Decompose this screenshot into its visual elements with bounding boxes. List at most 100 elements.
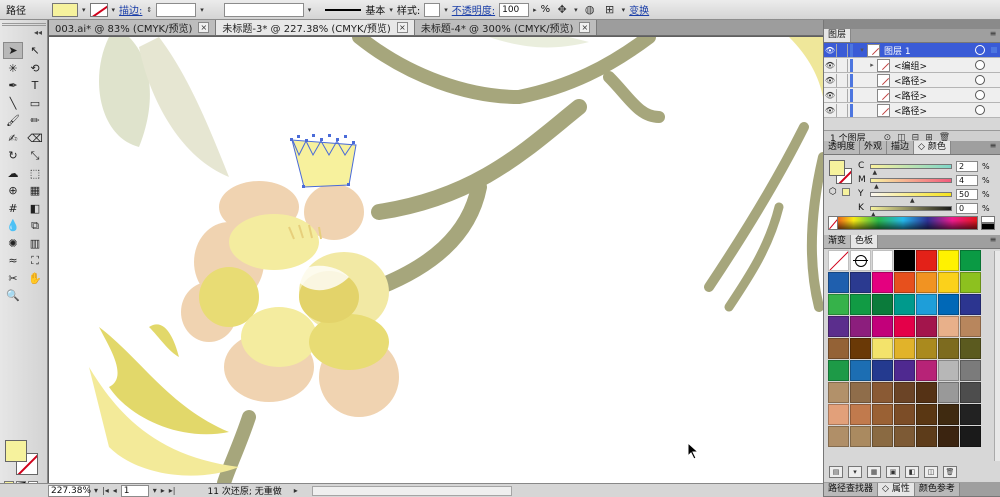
panel-menu-icon[interactable]: ≡ — [985, 235, 1000, 248]
close-icon[interactable]: × — [198, 22, 210, 33]
petal-yellow-top[interactable] — [229, 214, 319, 270]
profile-dropdown-icon[interactable]: ▾ — [308, 6, 312, 14]
tab-transparency[interactable]: 透明度 — [824, 141, 861, 154]
type-tool-icon[interactable]: T — [25, 77, 45, 94]
symbol-sprayer-tool-icon[interactable]: ✺ — [3, 235, 23, 252]
swatch[interactable] — [828, 382, 849, 403]
swatch[interactable] — [894, 316, 915, 337]
tools-collapse-icon[interactable]: ◂◂ — [34, 28, 42, 37]
swatch[interactable] — [894, 250, 915, 271]
slider-track[interactable]: ▲ — [870, 205, 952, 218]
variable-width-profile-field[interactable] — [223, 2, 304, 17]
swatch[interactable] — [828, 360, 849, 381]
new-color-group-icon[interactable]: ◧ — [905, 466, 919, 478]
column-graph-tool-icon[interactable]: ▥ — [25, 235, 45, 252]
swatch[interactable] — [850, 360, 871, 381]
color-group-icon[interactable]: ▣ — [886, 466, 900, 478]
artboard-tool-icon[interactable]: ⛶ — [25, 252, 45, 269]
swatch[interactable] — [960, 360, 981, 381]
width-tool-icon[interactable]: ≈ — [3, 252, 23, 269]
swatch[interactable] — [828, 426, 849, 447]
lasso-tool-icon[interactable]: ⟲ — [25, 60, 45, 77]
opacity-label[interactable]: 不透明度: — [452, 2, 495, 17]
swatch[interactable] — [938, 250, 959, 271]
swatch[interactable] — [850, 294, 871, 315]
tab-color-guide[interactable]: 颜色参考 — [914, 483, 960, 496]
slider-value-input[interactable]: 50 — [956, 188, 978, 200]
recolor-artwork-icon[interactable]: ✥ — [554, 3, 570, 17]
tools-grip[interactable] — [2, 23, 46, 26]
black-swatch[interactable] — [981, 223, 995, 230]
swatch[interactable] — [938, 360, 959, 381]
swatch[interactable] — [960, 404, 981, 425]
petal-yellow-low[interactable] — [241, 307, 317, 367]
layer-row[interactable]: 👁 ▸ <编组> — [824, 58, 1000, 73]
layer-row[interactable]: 👁 ▾ 图层 1 — [824, 43, 1000, 58]
visibility-eye-icon[interactable]: 👁 — [824, 76, 836, 85]
stroke-color-swatch[interactable] — [89, 2, 108, 17]
swatch[interactable] — [938, 382, 959, 403]
graphic-style-swatch[interactable] — [424, 2, 441, 17]
slider-value-input[interactable]: 2 — [956, 160, 978, 172]
leaf-yellow-3[interactable] — [149, 324, 179, 357]
swatch[interactable] — [872, 404, 893, 425]
swatch[interactable] — [894, 426, 915, 447]
artboard-canvas[interactable] — [49, 37, 823, 483]
doc-tab-0[interactable]: 003.ai* @ 83% (CMYK/预览) × — [49, 20, 217, 35]
doc-tab-1[interactable]: 未标题-3* @ 227.38% (CMYK/预览) × — [216, 20, 415, 35]
target-circle-icon[interactable] — [975, 60, 985, 70]
swatches-scrollbar[interactable] — [994, 251, 1000, 461]
last-artboard-icon[interactable]: ▸| — [169, 486, 176, 495]
color-panel-fill[interactable] — [829, 160, 845, 176]
panel-menu-icon[interactable]: ≡ — [985, 141, 1000, 154]
swatch[interactable] — [960, 316, 981, 337]
blob-brush-tool-icon[interactable]: ✍ — [3, 130, 23, 147]
transform-link[interactable]: 变换 — [629, 2, 649, 17]
zoom-level-field[interactable]: 227.38% — [48, 484, 91, 497]
align-grid-icon[interactable]: ⊞ — [602, 3, 618, 17]
swatch[interactable] — [894, 338, 915, 359]
white-swatch[interactable] — [981, 216, 995, 223]
swatch[interactable] — [916, 426, 937, 447]
slider-value-input[interactable]: 4 — [956, 174, 978, 186]
rotate-tool-icon[interactable]: ↻ — [3, 147, 23, 164]
swatch[interactable] — [916, 338, 937, 359]
slice-tool-icon[interactable]: ✂ — [3, 270, 23, 287]
slider-track[interactable]: ▲ — [870, 163, 952, 176]
globe-icon[interactable]: ◍ — [582, 3, 598, 17]
layer-name[interactable]: <路径> — [894, 74, 975, 87]
status-menu-icon[interactable]: ▸ — [294, 486, 298, 495]
target-circle-icon[interactable] — [975, 45, 985, 55]
swatch[interactable] — [960, 250, 981, 271]
swatch[interactable] — [894, 404, 915, 425]
swatch[interactable] — [916, 404, 937, 425]
swatch-options-icon[interactable]: ▦ — [867, 466, 881, 478]
fill-dropdown-icon[interactable]: ▾ — [82, 6, 86, 14]
direct-selection-tool-icon[interactable]: ↖ — [25, 42, 45, 59]
stroke-weight-stepper-icon[interactable]: ⇕ — [146, 6, 152, 14]
shape-builder-tool-icon[interactable]: ⊕ — [3, 182, 23, 199]
swatch[interactable] — [872, 250, 893, 271]
new-swatch-icon[interactable]: ◫ — [924, 466, 938, 478]
swatch[interactable] — [872, 272, 893, 293]
swatch[interactable] — [960, 338, 981, 359]
swatch[interactable] — [916, 294, 937, 315]
swatch[interactable] — [916, 382, 937, 403]
doc-tab-2[interactable]: 未标题-4* @ 300% (CMYK/预览) × — [414, 20, 598, 35]
fill-indicator[interactable] — [5, 440, 27, 462]
swatch[interactable] — [850, 272, 871, 293]
swatch[interactable] — [916, 250, 937, 271]
delete-swatch-icon[interactable]: 🗑 — [943, 466, 957, 478]
close-icon[interactable]: × — [579, 22, 591, 33]
swatch[interactable] — [938, 338, 959, 359]
layer-name[interactable]: <路径> — [894, 89, 975, 102]
artboard-number-field[interactable]: 1 — [120, 484, 149, 497]
swatch[interactable] — [938, 316, 959, 337]
line-tool-icon[interactable]: ╲ — [3, 95, 23, 112]
swatch[interactable] — [828, 404, 849, 425]
swatch[interactable] — [828, 316, 849, 337]
swatch[interactable] — [894, 272, 915, 293]
layer-name[interactable]: <编组> — [894, 59, 975, 72]
swatch[interactable] — [916, 316, 937, 337]
vine-top[interactable] — [352, 37, 656, 105]
